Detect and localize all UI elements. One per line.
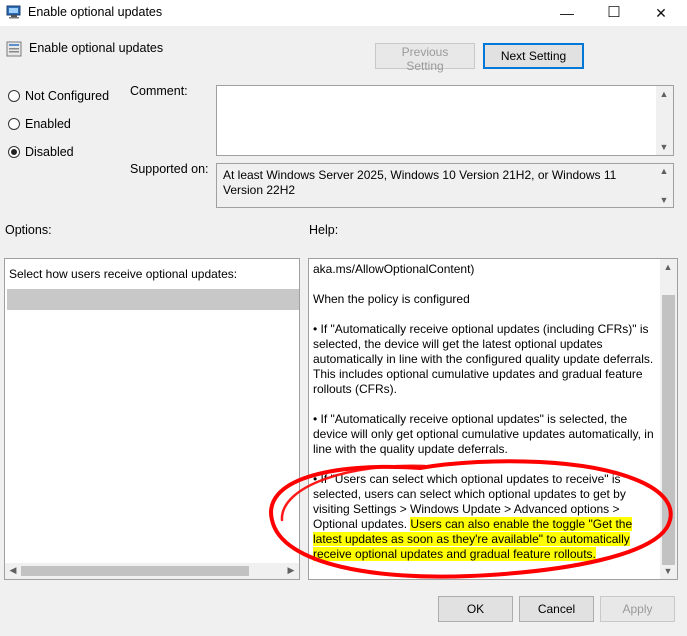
apply-button[interactable]: Apply [600, 596, 675, 622]
cancel-button[interactable]: Cancel [519, 596, 594, 622]
red-annotation-circle [269, 459, 673, 579]
ok-button[interactable]: OK [438, 596, 513, 622]
